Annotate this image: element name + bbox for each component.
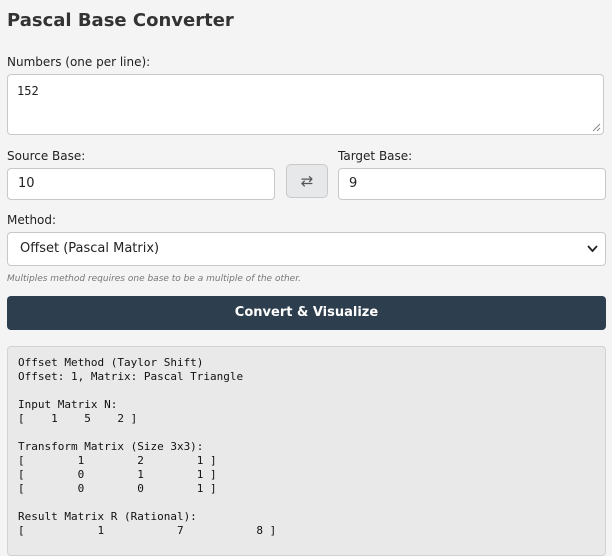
result-line: Input Matrix N: <box>18 398 118 411</box>
result-line: [ 0 1 1 ] <box>18 468 217 481</box>
target-base-label: Target Base: <box>338 149 413 163</box>
result-output: Offset Method (Taylor Shift) Offset: 1, … <box>7 346 606 556</box>
method-hint: Multiples method requires one base to be… <box>7 274 301 284</box>
swap-icon: ⇄ <box>300 172 314 190</box>
target-base-value: 9 <box>349 176 358 191</box>
result-line: Offset Method (Taylor Shift) <box>18 356 204 369</box>
convert-visualize-button[interactable]: Convert & Visualize <box>7 296 606 330</box>
numbers-value: 152 <box>17 84 39 98</box>
target-base-input[interactable]: 9 <box>338 168 606 200</box>
numbers-label: Numbers (one per line): <box>7 55 151 69</box>
result-line: [ 1 5 2 ] <box>18 412 138 425</box>
page-title: Pascal Base Converter <box>7 10 234 31</box>
result-line: [ 1 7 8 ] <box>18 524 277 537</box>
numbers-textarea[interactable]: 152 <box>7 74 604 135</box>
method-label: Method: <box>7 213 57 227</box>
source-base-input[interactable]: 10 <box>7 168 275 200</box>
result-line: Result Matrix R (Rational): <box>18 510 197 523</box>
chevron-down-icon <box>587 245 598 253</box>
source-base-value: 10 <box>18 176 35 191</box>
result-line: [ 1 2 1 ] <box>18 454 217 467</box>
method-select[interactable]: Offset (Pascal Matrix) <box>7 232 606 266</box>
swap-bases-button[interactable]: ⇄ <box>286 164 328 198</box>
resize-grip-icon[interactable] <box>592 123 601 132</box>
result-line: [ 0 0 1 ] <box>18 482 217 495</box>
result-text: Offset Method (Taylor Shift) Offset: 1, … <box>18 356 595 538</box>
method-selected-value: Offset (Pascal Matrix) <box>20 241 160 256</box>
source-base-label: Source Base: <box>7 149 86 163</box>
result-line: Transform Matrix (Size 3x3): <box>18 440 204 453</box>
result-line: Offset: 1, Matrix: Pascal Triangle <box>18 370 244 383</box>
